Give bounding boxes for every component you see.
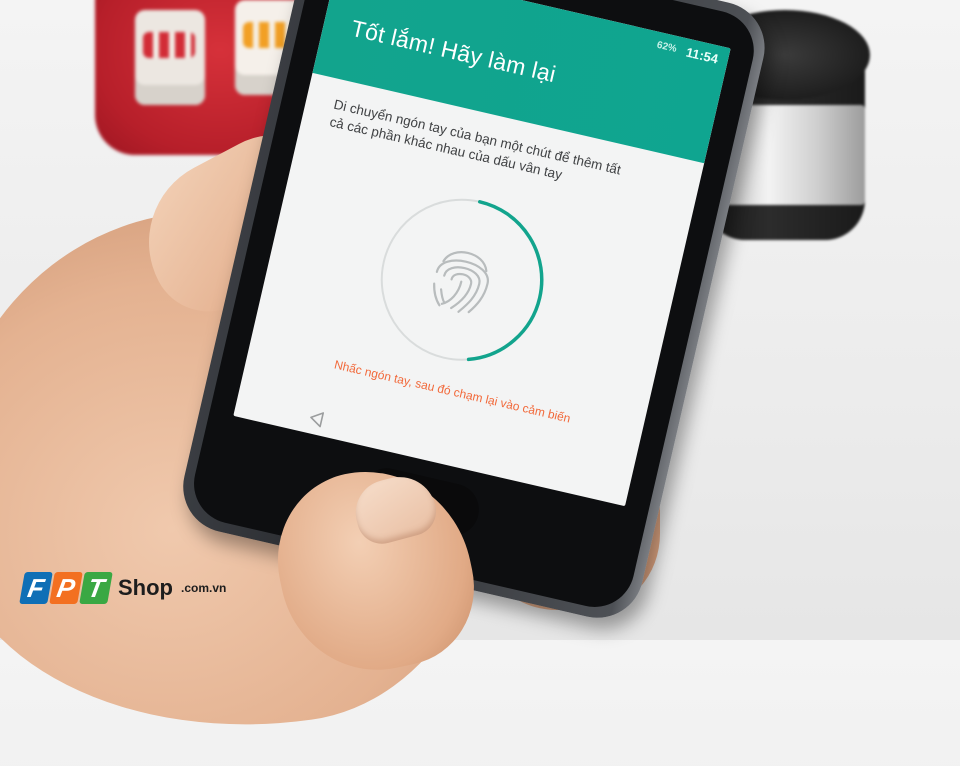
fpt-shop-logo: F P T Shop .com.vn bbox=[19, 572, 227, 604]
back-triangle-icon[interactable] bbox=[305, 407, 329, 431]
logo-letter-t: T bbox=[79, 572, 113, 604]
photo-scene: 62% 11:54 Tốt lắm! Hãy làm lại Di chuyển… bbox=[0, 0, 960, 766]
battery-level: 62% bbox=[655, 39, 678, 55]
page-title: Tốt lắm! Hãy làm lại bbox=[348, 14, 559, 88]
fpt-letters: F P T bbox=[19, 572, 113, 604]
progress-track bbox=[380, 198, 543, 361]
toy-figure-left bbox=[135, 10, 205, 105]
status-bar: 62% 11:54 bbox=[655, 38, 720, 67]
phone-screen: 62% 11:54 Tốt lắm! Hãy làm lại Di chuyển… bbox=[233, 0, 731, 507]
progress-arc bbox=[380, 197, 544, 362]
logo-letter-p: P bbox=[49, 572, 83, 604]
logo-domain-text: .com.vn bbox=[181, 581, 227, 595]
fingerprint-icon bbox=[433, 251, 489, 314]
logo-shop-text: Shop bbox=[118, 575, 173, 600]
clock: 11:54 bbox=[684, 44, 720, 67]
fingerprint-progress-ring bbox=[380, 197, 544, 362]
logo-letter-f: F bbox=[19, 572, 53, 604]
